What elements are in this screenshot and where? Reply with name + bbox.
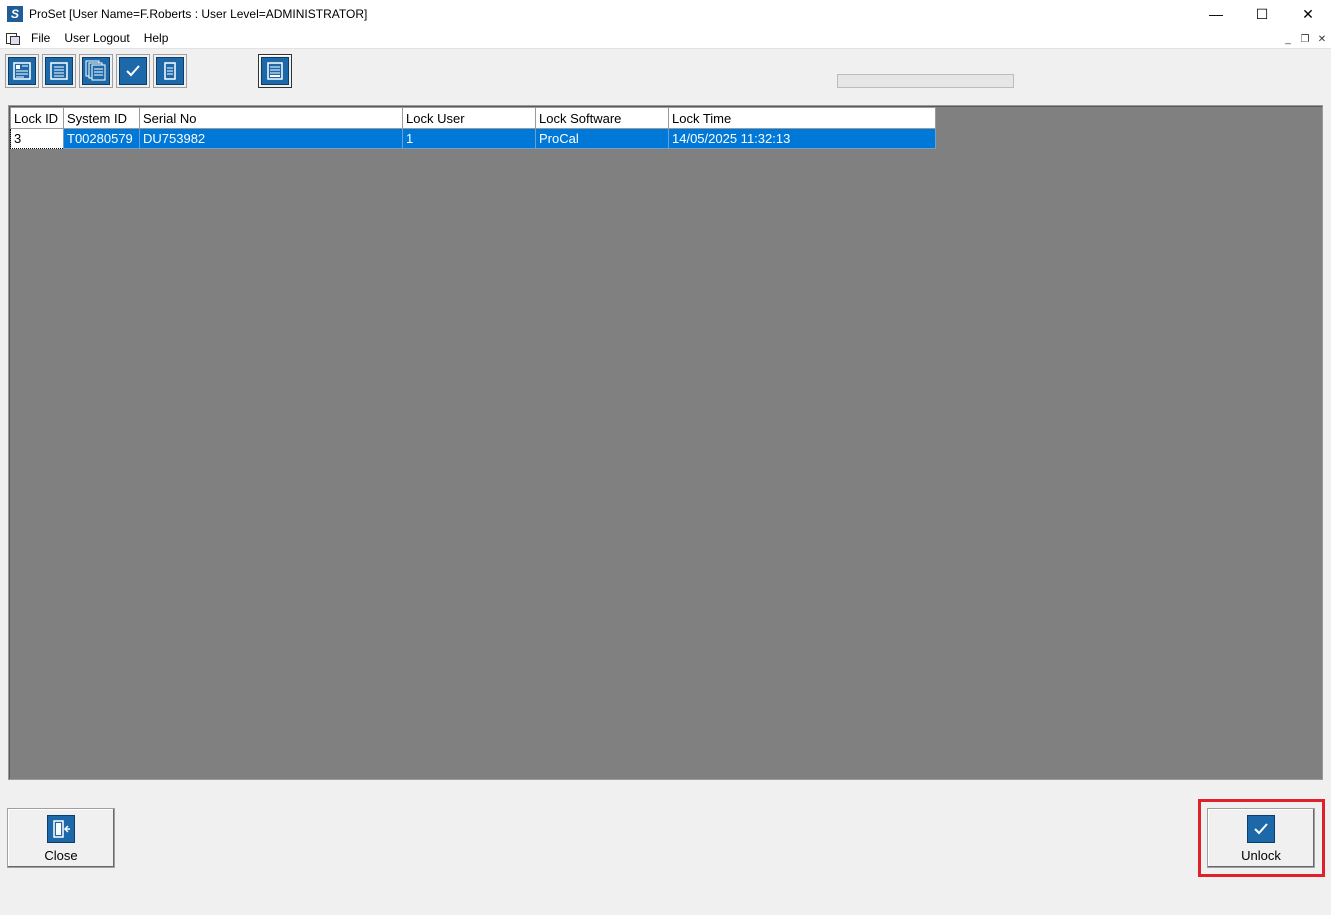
mdi-close-button[interactable]: ✕ xyxy=(1315,32,1329,46)
printer-form-icon xyxy=(261,57,289,85)
column-header-lock-time[interactable]: Lock Time xyxy=(668,107,936,129)
column-header-system-id[interactable]: System ID xyxy=(63,107,140,129)
maximize-button[interactable]: ☐ xyxy=(1239,0,1285,28)
mdi-minimize-button[interactable]: _ xyxy=(1281,32,1295,46)
minimize-button[interactable]: — xyxy=(1193,0,1239,28)
exit-door-icon xyxy=(47,815,75,843)
cell-serial-no[interactable]: DU753982 xyxy=(139,128,403,149)
cell-lock-user[interactable]: 1 xyxy=(402,128,536,149)
menu-bar: File User Logout Help xyxy=(0,28,1331,49)
stacked-pages-icon xyxy=(82,57,110,85)
mdi-controls: _ ❐ ✕ xyxy=(1281,32,1329,46)
cell-lock-id[interactable]: 3 xyxy=(10,128,64,149)
progress-bar xyxy=(837,74,1014,88)
window-controls: — ☐ ✕ xyxy=(1193,0,1331,28)
app-icon[interactable]: S xyxy=(7,6,23,22)
list-icon xyxy=(45,57,73,85)
table-header-row: Lock ID System ID Serial No Lock User Lo… xyxy=(10,107,936,129)
mdi-window-icon[interactable] xyxy=(6,32,20,45)
close-window-button[interactable]: ✕ xyxy=(1285,0,1331,28)
unlock-button[interactable]: Unlock xyxy=(1207,808,1315,868)
column-header-lock-software[interactable]: Lock Software xyxy=(535,107,669,129)
single-page-icon xyxy=(156,57,184,85)
menu-help[interactable]: Help xyxy=(137,31,176,45)
column-header-lock-id[interactable]: Lock ID xyxy=(10,107,64,129)
toolbar-list-button[interactable] xyxy=(42,54,76,88)
menu-user-logout[interactable]: User Logout xyxy=(57,31,136,45)
toolbar-record-list-button[interactable] xyxy=(5,54,39,88)
table-row[interactable]: 3 T00280579 DU753982 1 ProCal 14/05/2025… xyxy=(10,128,936,149)
record-list-icon xyxy=(8,57,36,85)
mdi-restore-button[interactable]: ❐ xyxy=(1298,32,1312,46)
checkmark-icon xyxy=(1247,815,1275,843)
cell-lock-software[interactable]: ProCal xyxy=(535,128,669,149)
toolbar-print-form-button[interactable] xyxy=(258,54,292,88)
menu-file[interactable]: File xyxy=(24,31,57,45)
title-bar: S ProSet [User Name=F.Roberts : User Lev… xyxy=(0,0,1331,28)
toolbar xyxy=(0,50,1331,94)
toolbar-stacked-pages-button[interactable] xyxy=(79,54,113,88)
toolbar-single-page-button[interactable] xyxy=(153,54,187,88)
cell-lock-time[interactable]: 14/05/2025 11:32:13 xyxy=(668,128,936,149)
unlock-button-label: Unlock xyxy=(1241,848,1281,863)
locks-grid-area: Lock ID System ID Serial No Lock User Lo… xyxy=(8,105,1323,780)
locks-table: Lock ID System ID Serial No Lock User Lo… xyxy=(10,107,936,149)
column-header-serial-no[interactable]: Serial No xyxy=(139,107,403,129)
window-title: ProSet [User Name=F.Roberts : User Level… xyxy=(29,7,368,21)
close-button-label: Close xyxy=(44,848,78,863)
column-header-lock-user[interactable]: Lock User xyxy=(402,107,536,129)
checkmark-icon xyxy=(119,57,147,85)
toolbar-confirm-button[interactable] xyxy=(116,54,150,88)
close-button[interactable]: Close xyxy=(7,808,115,868)
cell-system-id[interactable]: T00280579 xyxy=(63,128,140,149)
